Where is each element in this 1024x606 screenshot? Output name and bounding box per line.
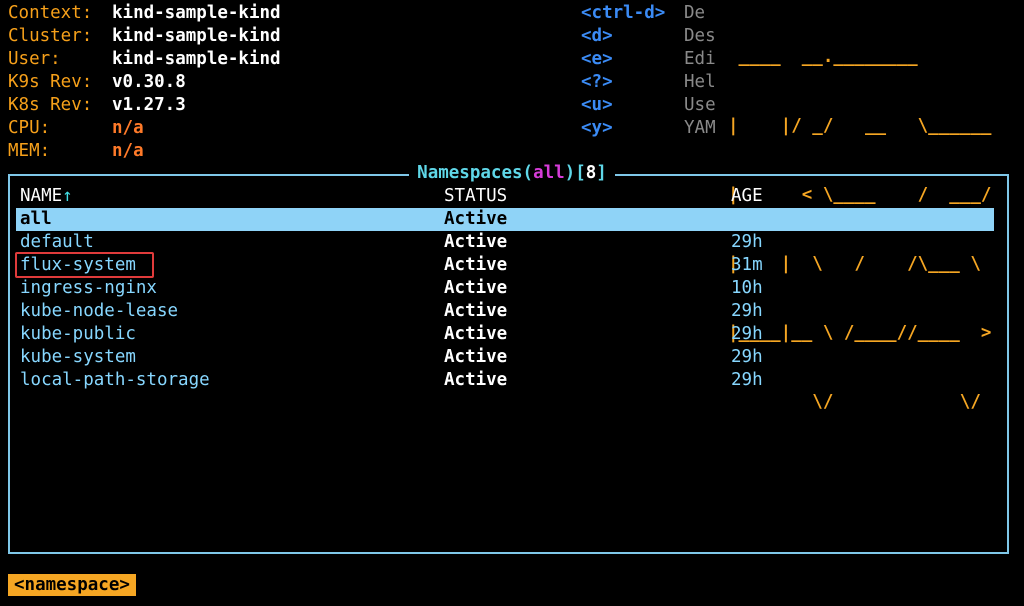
key-yaml-desc: YAM	[684, 118, 716, 138]
k8s-rev-value: v1.27.3	[112, 95, 186, 115]
title-resource: Namespaces(	[417, 163, 534, 183]
namespace-age: 29h	[731, 347, 763, 367]
column-header-status[interactable]: STATUS	[444, 185, 507, 208]
namespace-status: Active	[444, 324, 508, 344]
context-label: Context:	[8, 3, 93, 23]
namespace-age: 29h	[731, 301, 763, 321]
namespace-status: Active	[444, 209, 508, 229]
key-describe[interactable]: <d>	[581, 25, 613, 48]
table-row[interactable]: default Active 29h	[16, 231, 994, 254]
namespace-name: kube-public	[20, 324, 136, 344]
namespace-age: 10h	[731, 278, 763, 298]
namespace-age: 29h	[731, 232, 763, 252]
namespace-status: Active	[444, 301, 508, 321]
key-help[interactable]: <?>	[581, 71, 613, 94]
namespace-status: Active	[444, 278, 508, 298]
highlight-annotation	[15, 252, 154, 278]
k9s-rev-label: K9s Rev:	[8, 72, 93, 92]
logo-line: ____ __.________	[728, 47, 992, 67]
namespace-status: Active	[444, 347, 508, 367]
key-delete[interactable]: <ctrl-d>	[581, 2, 665, 25]
key-help-desc: Hel	[684, 72, 716, 92]
namespace-name: all	[20, 209, 52, 229]
table-row[interactable]: local-path-storage Active 29h	[16, 369, 994, 392]
namespace-name: local-path-storage	[20, 370, 210, 390]
mem-value: n/a	[112, 141, 144, 161]
key-describe-desc: Des	[684, 26, 716, 46]
namespace-age: 29h	[731, 324, 763, 344]
namespace-name: ingress-nginx	[20, 278, 157, 298]
cluster-value: kind-sample-kind	[112, 26, 281, 46]
table-row[interactable]: kube-node-lease Active 29h	[16, 300, 994, 323]
breadcrumb[interactable]: <namespace>	[8, 574, 136, 596]
namespace-status: Active	[444, 232, 508, 252]
title-count: 8	[585, 163, 597, 183]
key-edit-desc: Edi	[684, 49, 716, 69]
namespace-name: kube-node-lease	[20, 301, 179, 321]
mem-label: MEM:	[8, 141, 51, 161]
context-value: kind-sample-kind	[112, 3, 281, 23]
namespace-age: 29h	[731, 370, 763, 390]
namespace-status: Active	[444, 255, 508, 275]
table-row[interactable]: kube-public Active 29h	[16, 323, 994, 346]
namespace-name: kube-system	[20, 347, 136, 367]
cluster-label: Cluster:	[8, 26, 93, 46]
table-row[interactable]: flux-system Active 31m	[16, 254, 994, 277]
key-edit[interactable]: <e>	[581, 48, 613, 71]
table-row[interactable]: ingress-nginx Active 10h	[16, 277, 994, 300]
title-bracket-close: ]	[596, 163, 607, 183]
namespace-age: 31m	[731, 255, 763, 275]
logo-line: | |/ _/ __ \______	[728, 116, 992, 136]
namespace-name: default	[20, 232, 94, 252]
panel-title: Namespaces(all)[8]	[0, 162, 1024, 185]
cpu-label: CPU:	[8, 118, 51, 138]
table-row[interactable]: kube-system Active 29h	[16, 346, 994, 369]
user-value: kind-sample-kind	[112, 49, 281, 69]
k9s-rev-value: v0.30.8	[112, 72, 186, 92]
key-yaml[interactable]: <y>	[581, 117, 613, 140]
title-bracket: )[	[564, 163, 586, 183]
user-label: User:	[8, 49, 61, 69]
table-row[interactable]: all Active	[16, 208, 994, 231]
column-header-age[interactable]: AGE	[731, 185, 763, 208]
title-filter: all	[533, 163, 565, 183]
namespace-status: Active	[444, 370, 508, 390]
key-use-desc: Use	[684, 95, 716, 115]
column-header-name[interactable]: NAME↑	[20, 185, 73, 208]
sort-ascending-icon: ↑	[62, 186, 73, 206]
key-delete-desc: De	[684, 3, 706, 23]
key-use[interactable]: <u>	[581, 94, 613, 117]
cpu-value: n/a	[112, 118, 144, 138]
column-name-label: NAME	[20, 186, 63, 206]
k8s-rev-label: K8s Rev:	[8, 95, 93, 115]
